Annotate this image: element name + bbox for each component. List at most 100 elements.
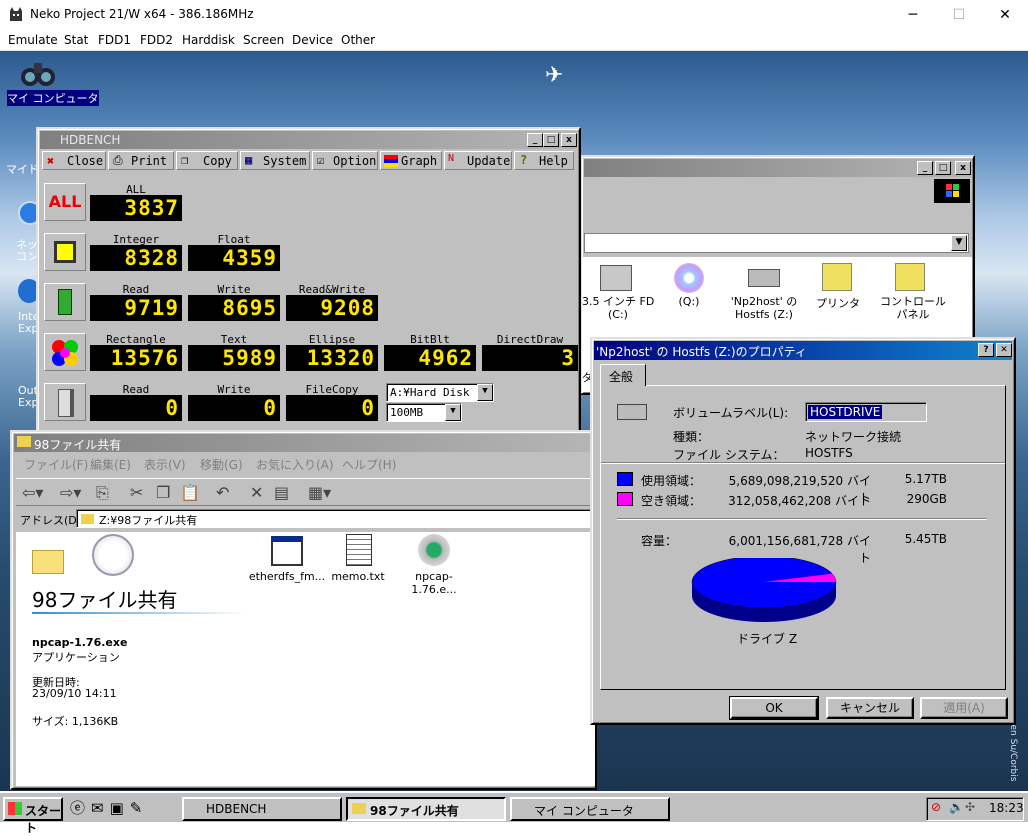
ie-icon[interactable]: ⓔ (70, 799, 91, 817)
cut-icon[interactable]: ✂ (130, 483, 143, 502)
selected-file-name: npcap-1.76.exe (32, 636, 128, 649)
volume-label-input[interactable]: HOSTDRIVE (805, 402, 927, 422)
channels-icon[interactable]: ✎ (130, 799, 149, 817)
close-button[interactable]: x (955, 161, 971, 175)
desktop-icon[interactable]: ▣ (110, 799, 130, 817)
mem-read-score: 9719 (90, 295, 182, 321)
explorer-window: 98ファイル共有 ファイル(F) 編集(E) 表示(V) 移動(G) お気に入り… (10, 430, 597, 790)
printers-label: プリンタ (816, 297, 860, 310)
size-select[interactable]: 100MB ▼ (386, 403, 462, 422)
address-label: アドレス(D) (20, 514, 82, 527)
maximize-button[interactable]: ☐ (936, 0, 982, 30)
file-size: サイズ: 1,136KB (32, 715, 119, 728)
update-button[interactable]: N Update (444, 151, 512, 170)
help-button[interactable]: ? Help (514, 151, 574, 170)
properties-titlebar: 'Np2host' の Hostfs (Z:)のプロパティ ? ✕ (594, 341, 1012, 360)
paste-icon[interactable]: 📋 (180, 483, 200, 502)
tab-general[interactable]: 全般 (600, 364, 646, 386)
menu-help[interactable]: ヘルプ(H) (342, 456, 396, 473)
menu-fdd1[interactable]: FDD1 (98, 33, 131, 47)
pie-used-slice (691, 558, 837, 609)
explorer-menubar: ファイル(F) 編集(E) 表示(V) 移動(G) お気に入り(A) ヘルプ(H… (16, 456, 595, 474)
up-folder-icon[interactable]: ⎘ (96, 483, 109, 503)
maximize-button[interactable]: □ (543, 133, 559, 147)
graph-button[interactable]: Graph (380, 151, 442, 170)
chevron-down-icon[interactable]: ▼ (445, 404, 461, 421)
minimize-button[interactable]: _ (917, 161, 933, 175)
minimize-button[interactable]: _ (527, 133, 543, 147)
floppy-drive-icon[interactable] (600, 265, 632, 291)
delete-icon[interactable]: ✕ (250, 483, 263, 502)
control-panel-icon[interactable] (895, 263, 925, 291)
close-tool-button[interactable]: ✖ Close (42, 151, 106, 170)
installer-icon[interactable] (418, 534, 450, 566)
menu-file[interactable]: ファイル(F) (24, 456, 88, 473)
undo-icon[interactable]: ↶ (216, 483, 229, 502)
copy-label: Copy (203, 154, 232, 168)
apply-button[interactable]: 適用(A) (920, 697, 1008, 719)
chevron-down-icon[interactable]: ▼ (477, 384, 493, 401)
address-input[interactable]: Z:¥98ファイル共有 (76, 509, 592, 528)
properties-icon[interactable]: ▤ (274, 483, 289, 502)
close-button[interactable]: ✕ (982, 0, 1028, 30)
my-computer-label: マイ コンピュータ (7, 90, 99, 106)
windows-logo-icon (8, 802, 22, 815)
views-icon[interactable]: ▦▾ (308, 483, 331, 502)
drive-select[interactable]: A:¥Hard Disk ▼ (386, 383, 494, 402)
address-bar: アドレス(D) Z:¥98ファイル共有 (16, 508, 595, 530)
general-panel: ボリュームラベル(L): HOSTDRIVE 種類： ネットワーク接続 ファイル… (600, 385, 1006, 690)
menu-favorites[interactable]: お気に入り(A) (256, 456, 334, 473)
my-computer-icon[interactable] (20, 57, 56, 89)
menu-view[interactable]: 表示(V) (144, 456, 186, 473)
text-file-icon[interactable] (346, 534, 372, 566)
shield-icon[interactable]: ⊘ (931, 800, 941, 814)
cancel-button[interactable]: キャンセル (826, 697, 914, 719)
copy-button[interactable]: ❐ Copy (176, 151, 238, 170)
close-button[interactable]: x (561, 133, 577, 147)
filecopy-score: 0 (286, 395, 378, 421)
used-key: 使用領域： (641, 474, 702, 488)
task-my-computer[interactable]: マイ コンピュータ (510, 797, 670, 821)
print-button[interactable]: ⎙ Print (108, 151, 174, 170)
task-explorer[interactable]: 98ファイル共有 (346, 797, 506, 821)
forward-icon[interactable]: ⇨▾ (60, 483, 81, 502)
menu-emulate[interactable]: Emulate (8, 33, 58, 47)
volume-icon[interactable]: 🔈 (949, 800, 964, 814)
menu-stat[interactable]: Stat (64, 33, 88, 47)
hdbench-titlebar: HDBENCH _ □ x (40, 131, 577, 149)
mem-read-label: Read (90, 283, 182, 296)
chevron-down-icon[interactable]: ▼ (951, 235, 967, 251)
integer-label: Integer (90, 233, 182, 246)
network-tray-icon[interactable]: ✣ (965, 800, 975, 814)
close-button[interactable]: ✕ (996, 343, 1012, 357)
maximize-button[interactable]: □ (935, 161, 951, 175)
system-button[interactable]: ▦ System (240, 151, 310, 170)
window-file-icon[interactable] (271, 536, 303, 566)
fs-value: HOSTFS (805, 446, 853, 460)
folder-icon (32, 550, 64, 574)
cd-drive-icon[interactable] (674, 263, 704, 293)
minimize-button[interactable]: ─ (890, 0, 936, 30)
menu-screen[interactable]: Screen (243, 33, 284, 47)
start-button[interactable]: スタート (3, 797, 63, 835)
printer-folder-icon[interactable] (822, 263, 852, 291)
file-name: memo.txt (331, 570, 385, 583)
address-box[interactable]: ▼ (584, 233, 969, 253)
menu-edit[interactable]: 編集(E) (90, 456, 131, 473)
network-drive-icon[interactable] (748, 269, 780, 287)
menu-device[interactable]: Device (292, 33, 333, 47)
help-button[interactable]: ? (978, 343, 994, 357)
outlook-icon[interactable]: ✉ (91, 799, 110, 817)
copy-icon[interactable]: ❐ (156, 483, 170, 502)
type-value: ネットワーク接続 (805, 430, 902, 444)
host-title: Neko Project 21/W x64 - 386.186MHz (30, 7, 254, 21)
back-icon[interactable]: ⇦▾ (22, 483, 43, 502)
bitblt-label: BitBlt (384, 333, 476, 346)
task-hdbench[interactable]: HDBENCH (182, 797, 342, 821)
option-button[interactable]: ☑ Option (312, 151, 378, 170)
ok-button[interactable]: OK (729, 696, 819, 720)
menu-other[interactable]: Other (341, 33, 375, 47)
menu-harddisk[interactable]: Harddisk (182, 33, 235, 47)
menu-go[interactable]: 移動(G) (200, 456, 243, 473)
menu-fdd2[interactable]: FDD2 (140, 33, 173, 47)
